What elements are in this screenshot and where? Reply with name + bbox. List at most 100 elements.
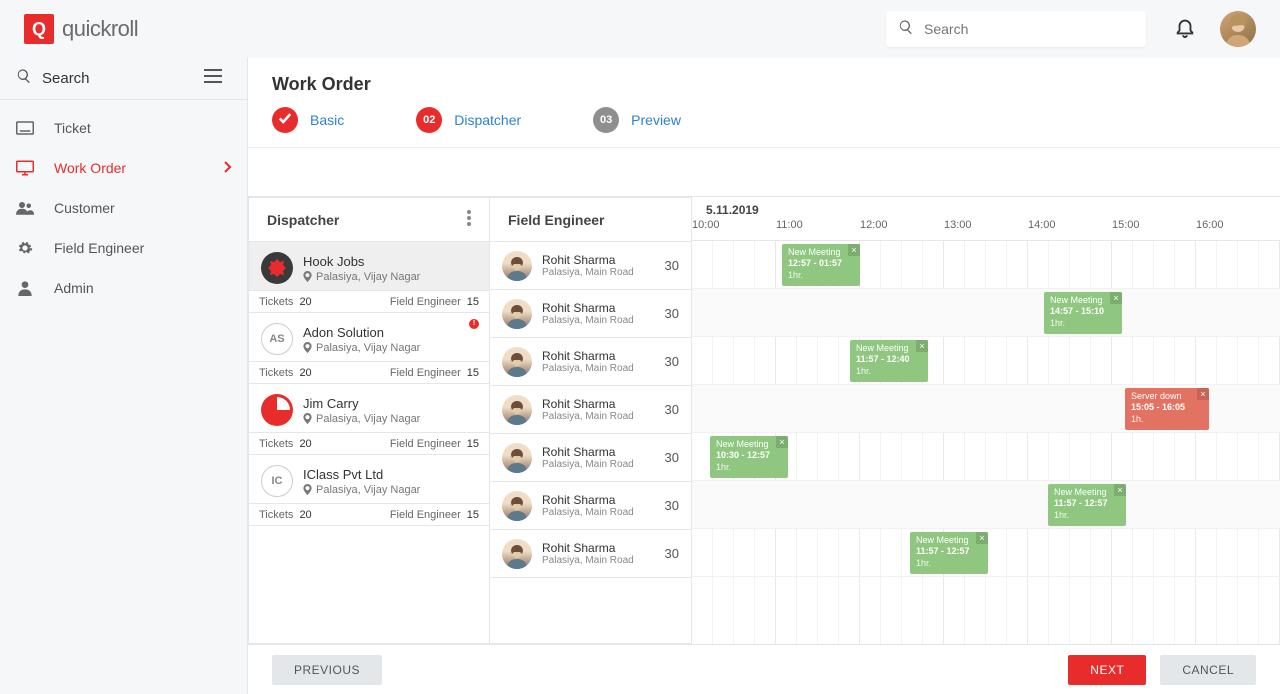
dispatcher-card[interactable]: Jim CarryPalasiya, Vijay NagarTickets20F…: [249, 384, 489, 455]
field-engineer-item[interactable]: Rohit SharmaPalasiya, Main Road30: [490, 338, 691, 386]
dispatcher-header: Dispatcher: [249, 198, 489, 242]
more-options-icon[interactable]: [467, 210, 471, 229]
timeline-row: ×New Meeting11:57 - 12:401hr.: [692, 337, 1280, 385]
field-engineer-item[interactable]: Rohit SharmaPalasiya, Main Road30: [490, 386, 691, 434]
calendar-event[interactable]: ×Server down15:05 - 16:051h.: [1125, 388, 1209, 430]
dispatcher-card[interactable]: ICIClass Pvt LtdPalasiya, Vijay NagarTic…: [249, 455, 489, 526]
engineer-name: Rohit Sharma: [542, 493, 665, 507]
engineer-count: 30: [665, 498, 679, 513]
timeline-hour-label: 10:00: [692, 219, 776, 239]
global-search[interactable]: [886, 11, 1146, 47]
dispatcher-card[interactable]: ASAdon SolutionPalasiya, Vijay Nagar!Tic…: [249, 313, 489, 384]
step-circle: 03: [593, 107, 619, 133]
close-icon[interactable]: ×: [1110, 292, 1122, 304]
event-title: New Meeting: [916, 535, 982, 546]
user-icon: [16, 280, 44, 296]
next-button[interactable]: NEXT: [1068, 655, 1146, 685]
dispatcher-avatar: [261, 252, 293, 284]
sidebar-item-work-order[interactable]: Work Order: [0, 148, 248, 188]
dispatcher-name: Adon Solution: [303, 325, 477, 340]
user-avatar[interactable]: [1220, 11, 1256, 47]
engineer-avatar: [502, 539, 532, 569]
sidebar-item-admin[interactable]: Admin: [0, 268, 248, 308]
global-search-input[interactable]: [924, 21, 1134, 37]
sidebar-item-customer[interactable]: Customer: [0, 188, 248, 228]
close-icon[interactable]: ×: [1114, 484, 1126, 496]
engineer-name: Rohit Sharma: [542, 301, 665, 315]
field-engineer-header-label: Field Engineer: [508, 212, 604, 228]
timeline-hour-label: 11:00: [776, 219, 860, 239]
event-time: 11:57 - 12:40: [856, 354, 922, 365]
close-icon[interactable]: ×: [776, 436, 788, 448]
timeline-row: ×New Meeting11:57 - 12:571hr.: [692, 529, 1280, 577]
engineer-count: 30: [665, 258, 679, 273]
close-icon[interactable]: ×: [976, 532, 988, 544]
fe-count: Field Engineer15: [390, 509, 489, 521]
engineer-location: Palasiya, Main Road: [542, 363, 665, 374]
cancel-button[interactable]: CANCEL: [1160, 655, 1256, 685]
sidebar-search[interactable]: Search: [0, 58, 248, 100]
event-duration: 1hr.: [1054, 510, 1120, 521]
event-time: 12:57 - 01:57: [788, 258, 854, 269]
nav-label: Field Engineer: [54, 240, 232, 256]
calendar-event[interactable]: ×New Meeting11:57 - 12:571hr.: [1048, 484, 1126, 526]
field-engineer-item[interactable]: Rohit SharmaPalasiya, Main Road30: [490, 482, 691, 530]
sidebar-item-field-engineer[interactable]: Field Engineer: [0, 228, 248, 268]
timeline-row: ×Server down15:05 - 16:051h.: [692, 385, 1280, 433]
dispatcher-card[interactable]: Hook JobsPalasiya, Vijay NagarTickets20F…: [249, 242, 489, 313]
sidebar-search-label: Search: [42, 70, 204, 87]
engineer-name: Rohit Sharma: [542, 253, 665, 267]
step-preview[interactable]: 03Preview: [593, 107, 681, 133]
field-engineer-header: Field Engineer: [490, 198, 691, 242]
event-time: 11:57 - 12:57: [916, 546, 982, 557]
hamburger-icon[interactable]: [204, 69, 232, 88]
event-title: New Meeting: [856, 343, 922, 354]
engineer-avatar: [502, 395, 532, 425]
search-icon: [16, 68, 42, 89]
calendar-event[interactable]: ×New Meeting10:30 - 12:571hr.: [710, 436, 788, 478]
sidebar-item-ticket[interactable]: Ticket: [0, 108, 248, 148]
calendar-event[interactable]: ×New Meeting14:57 - 15:101hr.: [1044, 292, 1122, 334]
event-time: 11:57 - 12:57: [1054, 498, 1120, 509]
timeline-hour-label: 16:00: [1196, 219, 1280, 239]
engineer-location: Palasiya, Main Road: [542, 507, 665, 518]
event-duration: 1hr.: [856, 366, 922, 377]
field-engineer-item[interactable]: Rohit SharmaPalasiya, Main Road30: [490, 530, 691, 578]
step-dispatcher[interactable]: 02Dispatcher: [416, 107, 521, 133]
close-icon[interactable]: ×: [916, 340, 928, 352]
engineer-name: Rohit Sharma: [542, 349, 665, 363]
step-basic[interactable]: Basic: [272, 107, 344, 133]
event-title: New Meeting: [788, 247, 854, 258]
calendar-event[interactable]: ×New Meeting11:57 - 12:571hr.: [910, 532, 988, 574]
dispatcher-avatar: AS: [261, 323, 293, 355]
engineer-count: 30: [665, 450, 679, 465]
engineer-location: Palasiya, Main Road: [542, 459, 665, 470]
previous-button[interactable]: PREVIOUS: [272, 655, 382, 685]
search-icon: [898, 19, 924, 40]
engineer-count: 30: [665, 546, 679, 561]
engineer-count: 30: [665, 354, 679, 369]
app-header: Q quickroll: [0, 0, 1280, 58]
notifications-icon[interactable]: [1174, 15, 1196, 44]
engineer-avatar: [502, 347, 532, 377]
ticket-icon: [16, 120, 44, 136]
timeline-row: ×New Meeting14:57 - 15:101hr.: [692, 289, 1280, 337]
close-icon[interactable]: ×: [848, 244, 860, 256]
stepper: Basic 02Dispatcher 03Preview: [248, 107, 1280, 148]
main-panel: Work Order Basic02Dispatcher03Preview Di…: [248, 58, 1280, 694]
timeline-row: ×New Meeting12:57 - 01:571hr.: [692, 241, 1280, 289]
engineer-location: Palasiya, Main Road: [542, 267, 665, 278]
fe-count: Field Engineer15: [390, 367, 489, 379]
close-icon[interactable]: ×: [1197, 388, 1209, 400]
tickets-count: Tickets20: [249, 367, 390, 379]
calendar-event[interactable]: ×New Meeting11:57 - 12:401hr.: [850, 340, 928, 382]
brand-name: quickroll: [62, 16, 138, 42]
field-engineer-item[interactable]: Rohit SharmaPalasiya, Main Road30: [490, 290, 691, 338]
calendar-event[interactable]: ×New Meeting12:57 - 01:571hr.: [782, 244, 860, 286]
timeline-column: 5.11.2019 10:0011:0012:0013:0014:0015:00…: [692, 197, 1280, 644]
field-engineer-column: Field Engineer Rohit SharmaPalasiya, Mai…: [490, 197, 692, 644]
engineer-avatar: [502, 299, 532, 329]
field-engineer-item[interactable]: Rohit SharmaPalasiya, Main Road30: [490, 242, 691, 290]
field-engineer-item[interactable]: Rohit SharmaPalasiya, Main Road30: [490, 434, 691, 482]
dispatcher-location: Palasiya, Vijay Nagar: [303, 484, 477, 496]
